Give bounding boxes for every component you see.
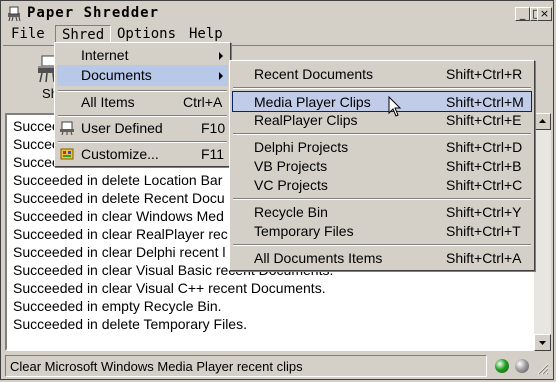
submenu-arrow-icon (219, 72, 223, 80)
documents-submenu: Recent Documents Shift+Ctrl+R Media Play… (229, 60, 535, 271)
menu-item-vc-projects[interactable]: VC Projects Shift+Ctrl+C (232, 175, 532, 196)
status-led-gray (515, 359, 529, 373)
menu-item-label: All Documents Items (254, 250, 383, 266)
menu-separator (58, 141, 227, 143)
shredder-app-icon (8, 6, 21, 22)
menu-item-label: Internet (81, 47, 129, 63)
menu-item-shortcut: Shift+Ctrl+B (446, 158, 522, 174)
status-led-green (495, 359, 509, 373)
user-defined-icon (60, 121, 74, 136)
menu-item-realplayer-clips[interactable]: RealPlayer Clips Shift+Ctrl+E (232, 110, 532, 131)
menu-item-shortcut: Shift+Ctrl+R (446, 66, 523, 82)
minimize-button[interactable]: _ (515, 7, 530, 21)
log-line: Succeeded in delete Location Bar (13, 172, 223, 188)
menu-item-shortcut: Shift+Ctrl+E (446, 112, 522, 128)
menu-item-documents[interactable]: Documents (57, 65, 228, 86)
menu-item-label: Documents (81, 67, 152, 83)
close-button[interactable]: × (537, 7, 552, 21)
menu-item-shortcut: Shift+Ctrl+Y (446, 204, 522, 220)
status-text: Clear Microsoft Windows Media Player rec… (5, 355, 487, 377)
menu-item-media-player-clips[interactable]: Media Player Clips Shift+Ctrl+M (232, 91, 532, 112)
menu-item-label: RealPlayer Clips (254, 112, 358, 128)
scroll-up-button[interactable] (534, 113, 551, 130)
scroll-down-button[interactable] (534, 334, 551, 351)
menu-item-shortcut: Ctrl+A (183, 94, 223, 110)
menu-item-user-defined[interactable]: User Defined F10 (57, 118, 228, 139)
customize-icon (60, 148, 74, 160)
arrow-down-icon (539, 341, 546, 345)
menu-item-label: Recent Documents (254, 66, 374, 82)
menu-item-shortcut: F11 (201, 146, 225, 162)
menu-file[interactable]: File (5, 25, 51, 44)
menu-item-label: Customize... (81, 146, 159, 162)
menu-item-recent-documents[interactable]: Recent Documents Shift+Ctrl+R (232, 64, 532, 85)
shred-menu: Internet Documents All Items Ctrl+A User… (54, 42, 231, 167)
menu-separator (233, 87, 531, 89)
menu-item-label: Temporary Files (254, 223, 354, 239)
menu-item-label: Recycle Bin (254, 204, 328, 220)
mouse-pointer-icon (388, 96, 402, 117)
status-bar: Clear Microsoft Windows Media Player rec… (5, 355, 551, 377)
title-bar[interactable]: Paper Shredder _ □ (3, 3, 553, 25)
menu-item-label: VC Projects (254, 177, 328, 193)
log-line: Succeeded in clear Visual C++ recent Doc… (13, 280, 326, 296)
menu-item-shortcut: Shift+Ctrl+A (446, 250, 522, 266)
log-line: Succeeded in empty Recycle Bin. (13, 298, 222, 314)
menu-item-customize[interactable]: Customize... F11 (57, 144, 228, 165)
log-line: Succeeded in clear Delphi recent l (13, 244, 226, 260)
menu-item-label: Delphi Projects (254, 139, 349, 155)
log-line: Succeeded in clear Windows Med (13, 208, 224, 224)
size-grip-icon[interactable] (537, 363, 549, 375)
menu-separator (58, 115, 227, 117)
menu-item-shortcut: Shift+Ctrl+T (446, 223, 521, 239)
menu-separator (233, 198, 531, 200)
menu-item-shortcut: F10 (201, 120, 226, 136)
menu-item-label: VB Projects (254, 158, 328, 174)
menu-item-vb-projects[interactable]: VB Projects Shift+Ctrl+B (232, 156, 532, 177)
menu-item-label: All Items (81, 94, 135, 110)
log-scrollbar[interactable] (534, 113, 551, 351)
window-title: Paper Shredder (27, 5, 160, 21)
menu-item-all-items[interactable]: All Items Ctrl+A (57, 92, 228, 113)
log-line: Succeeded in delete Recent Docu (13, 190, 225, 206)
menu-item-shortcut: Shift+Ctrl+D (446, 139, 523, 155)
menu-item-shortcut: Shift+Ctrl+C (446, 177, 523, 193)
log-line: Succeeded in delete Temporary Files. (13, 316, 247, 332)
menu-item-delphi-projects[interactable]: Delphi Projects Shift+Ctrl+D (232, 137, 532, 158)
menu-separator (233, 244, 531, 246)
submenu-arrow-icon (219, 52, 223, 60)
menu-item-internet[interactable]: Internet (57, 45, 228, 66)
menu-item-label: User Defined (81, 120, 163, 136)
menu-separator (233, 133, 531, 135)
log-line: Succeeded in clear RealPlayer rec (13, 226, 228, 242)
menu-item-recycle-bin[interactable]: Recycle Bin Shift+Ctrl+Y (232, 202, 532, 223)
menu-item-all-documents-items[interactable]: All Documents Items Shift+Ctrl+A (232, 248, 532, 269)
arrow-up-icon (539, 119, 546, 123)
menu-item-temporary-files[interactable]: Temporary Files Shift+Ctrl+T (232, 221, 532, 242)
